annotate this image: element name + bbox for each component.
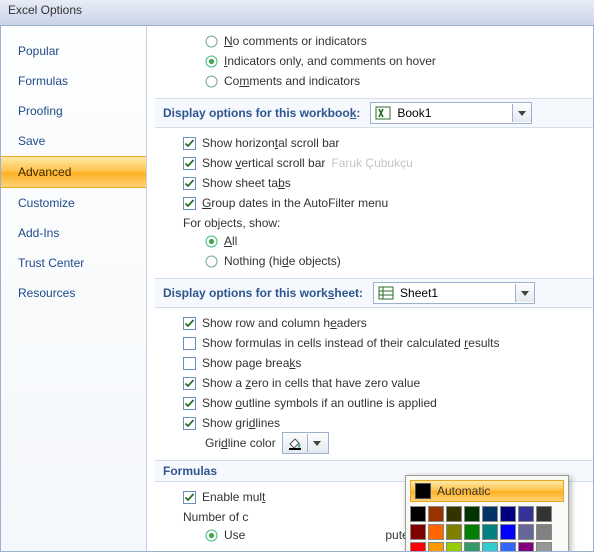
radio-selected-icon bbox=[205, 529, 218, 542]
automatic-swatch-icon bbox=[415, 483, 431, 499]
color-swatch[interactable] bbox=[482, 524, 498, 540]
workbook-dropdown-value: Book1 bbox=[395, 106, 512, 120]
color-automatic[interactable]: Automatic bbox=[410, 480, 564, 502]
radio-icon bbox=[205, 75, 218, 88]
workbook-dropdown[interactable]: Book1 bbox=[370, 102, 532, 124]
section-title: Formulas bbox=[163, 464, 217, 478]
automatic-label: Automatic bbox=[437, 484, 490, 498]
color-swatch[interactable] bbox=[482, 506, 498, 522]
section-display-worksheet: Display options for this worksheet: Shee… bbox=[155, 278, 593, 308]
check-vertical-scroll[interactable]: Show vertical scroll bar Faruk Çubukçu bbox=[183, 154, 593, 172]
watermark-text: Faruk Çubukçu bbox=[331, 156, 412, 170]
color-swatch[interactable] bbox=[446, 506, 462, 522]
excel-workbook-icon bbox=[375, 105, 391, 121]
check-show-gridlines[interactable]: Show gridlines bbox=[183, 414, 593, 432]
checkbox-checked-icon bbox=[183, 197, 196, 210]
color-swatch[interactable] bbox=[410, 524, 426, 540]
chevron-down-icon[interactable] bbox=[512, 104, 531, 122]
worksheet-dropdown[interactable]: Sheet1 bbox=[373, 282, 535, 304]
sidebar-item-label: Proofing bbox=[18, 104, 63, 118]
sidebar-item-formulas[interactable]: Formulas bbox=[1, 66, 146, 96]
checkbox-checked-icon bbox=[183, 397, 196, 410]
color-swatch[interactable] bbox=[536, 524, 552, 540]
checkbox-checked-icon bbox=[183, 157, 196, 170]
sidebar-item-trust-center[interactable]: Trust Center bbox=[1, 248, 146, 278]
checkbox-checked-icon bbox=[183, 177, 196, 190]
sidebar-item-label: Formulas bbox=[18, 74, 68, 88]
checkbox-checked-icon bbox=[183, 317, 196, 330]
radio-indicators-only[interactable]: Indicators only, and comments on hover bbox=[205, 52, 593, 70]
check-row-col-headers[interactable]: Show row and column headers bbox=[183, 314, 593, 332]
sidebar-item-save[interactable]: Save bbox=[1, 126, 146, 156]
sidebar-item-label: Save bbox=[18, 134, 45, 148]
sidebar-item-label: Add-Ins bbox=[18, 226, 59, 240]
window-title-text: Excel Options bbox=[8, 3, 82, 17]
radio-comments-and-indicators[interactable]: Comments and indicators bbox=[205, 72, 593, 90]
check-horizontal-scroll[interactable]: Show horizontal scroll bar bbox=[183, 134, 593, 152]
color-swatch[interactable] bbox=[446, 524, 462, 540]
color-swatch[interactable] bbox=[464, 524, 480, 540]
check-show-formulas[interactable]: Show formulas in cells instead of their … bbox=[183, 334, 593, 352]
color-picker-popup: Automatic bbox=[405, 475, 569, 551]
sidebar: Popular Formulas Proofing Save Advanced … bbox=[1, 26, 147, 551]
window-title: Excel Options bbox=[0, 0, 594, 26]
radio-objects-all[interactable]: All bbox=[205, 232, 593, 250]
checkbox-unchecked-icon bbox=[183, 357, 196, 370]
fill-color-icon bbox=[287, 435, 303, 451]
color-palette bbox=[410, 506, 564, 551]
check-page-breaks[interactable]: Show page breaks bbox=[183, 354, 593, 372]
checkbox-checked-icon bbox=[183, 377, 196, 390]
chevron-down-icon[interactable] bbox=[307, 434, 326, 452]
color-swatch[interactable] bbox=[428, 506, 444, 522]
check-sheet-tabs[interactable]: Show sheet tabs bbox=[183, 174, 593, 192]
sidebar-item-advanced[interactable]: Advanced bbox=[1, 156, 146, 188]
sidebar-item-label: Popular bbox=[18, 44, 59, 58]
radio-objects-nothing[interactable]: Nothing (hide objects) bbox=[205, 252, 593, 270]
checkbox-checked-icon bbox=[183, 417, 196, 430]
checkbox-unchecked-icon bbox=[183, 337, 196, 350]
sidebar-item-label: Customize bbox=[18, 196, 75, 210]
checkbox-checked-icon bbox=[183, 491, 196, 504]
radio-selected-icon bbox=[205, 55, 218, 68]
color-swatch[interactable] bbox=[500, 524, 516, 540]
content-pane: NNo comments or indicatorso comments or … bbox=[147, 26, 593, 551]
color-swatch[interactable] bbox=[410, 506, 426, 522]
color-swatch[interactable] bbox=[428, 524, 444, 540]
color-swatch[interactable] bbox=[500, 506, 516, 522]
sidebar-item-proofing[interactable]: Proofing bbox=[1, 96, 146, 126]
color-swatch[interactable] bbox=[536, 506, 552, 522]
gridline-color-row: Gridline color bbox=[205, 434, 593, 452]
sidebar-item-customize[interactable]: Customize bbox=[1, 188, 146, 218]
dialog-body: Popular Formulas Proofing Save Advanced … bbox=[0, 26, 594, 552]
sidebar-item-addins[interactable]: Add-Ins bbox=[1, 218, 146, 248]
radio-icon bbox=[205, 35, 218, 48]
section-display-workbook: Display options for this workbook: Book1 bbox=[155, 98, 593, 128]
sidebar-item-label: Resources bbox=[18, 286, 75, 300]
excel-sheet-icon bbox=[378, 285, 394, 301]
check-group-dates[interactable]: Group dates in the AutoFilter menu bbox=[183, 194, 593, 212]
radio-no-comments[interactable]: NNo comments or indicatorso comments or … bbox=[205, 32, 593, 50]
radio-selected-icon bbox=[205, 235, 218, 248]
chevron-down-icon[interactable] bbox=[515, 284, 534, 302]
checkbox-checked-icon bbox=[183, 137, 196, 150]
sidebar-item-label: Trust Center bbox=[18, 256, 84, 270]
gridline-color-button[interactable] bbox=[282, 432, 329, 454]
sidebar-item-label: Advanced bbox=[18, 165, 71, 179]
sidebar-item-resources[interactable]: Resources bbox=[1, 278, 146, 308]
color-swatch[interactable] bbox=[518, 506, 534, 522]
color-swatch[interactable] bbox=[464, 506, 480, 522]
check-outline-symbols[interactable]: Show outline symbols if an outline is ap… bbox=[183, 394, 593, 412]
worksheet-dropdown-value: Sheet1 bbox=[398, 286, 515, 300]
sidebar-item-popular[interactable]: Popular bbox=[1, 36, 146, 66]
radio-icon bbox=[205, 255, 218, 268]
check-show-zero[interactable]: Show a zero in cells that have zero valu… bbox=[183, 374, 593, 392]
objects-show-label: For objects, show: bbox=[183, 216, 593, 230]
color-swatch[interactable] bbox=[518, 524, 534, 540]
